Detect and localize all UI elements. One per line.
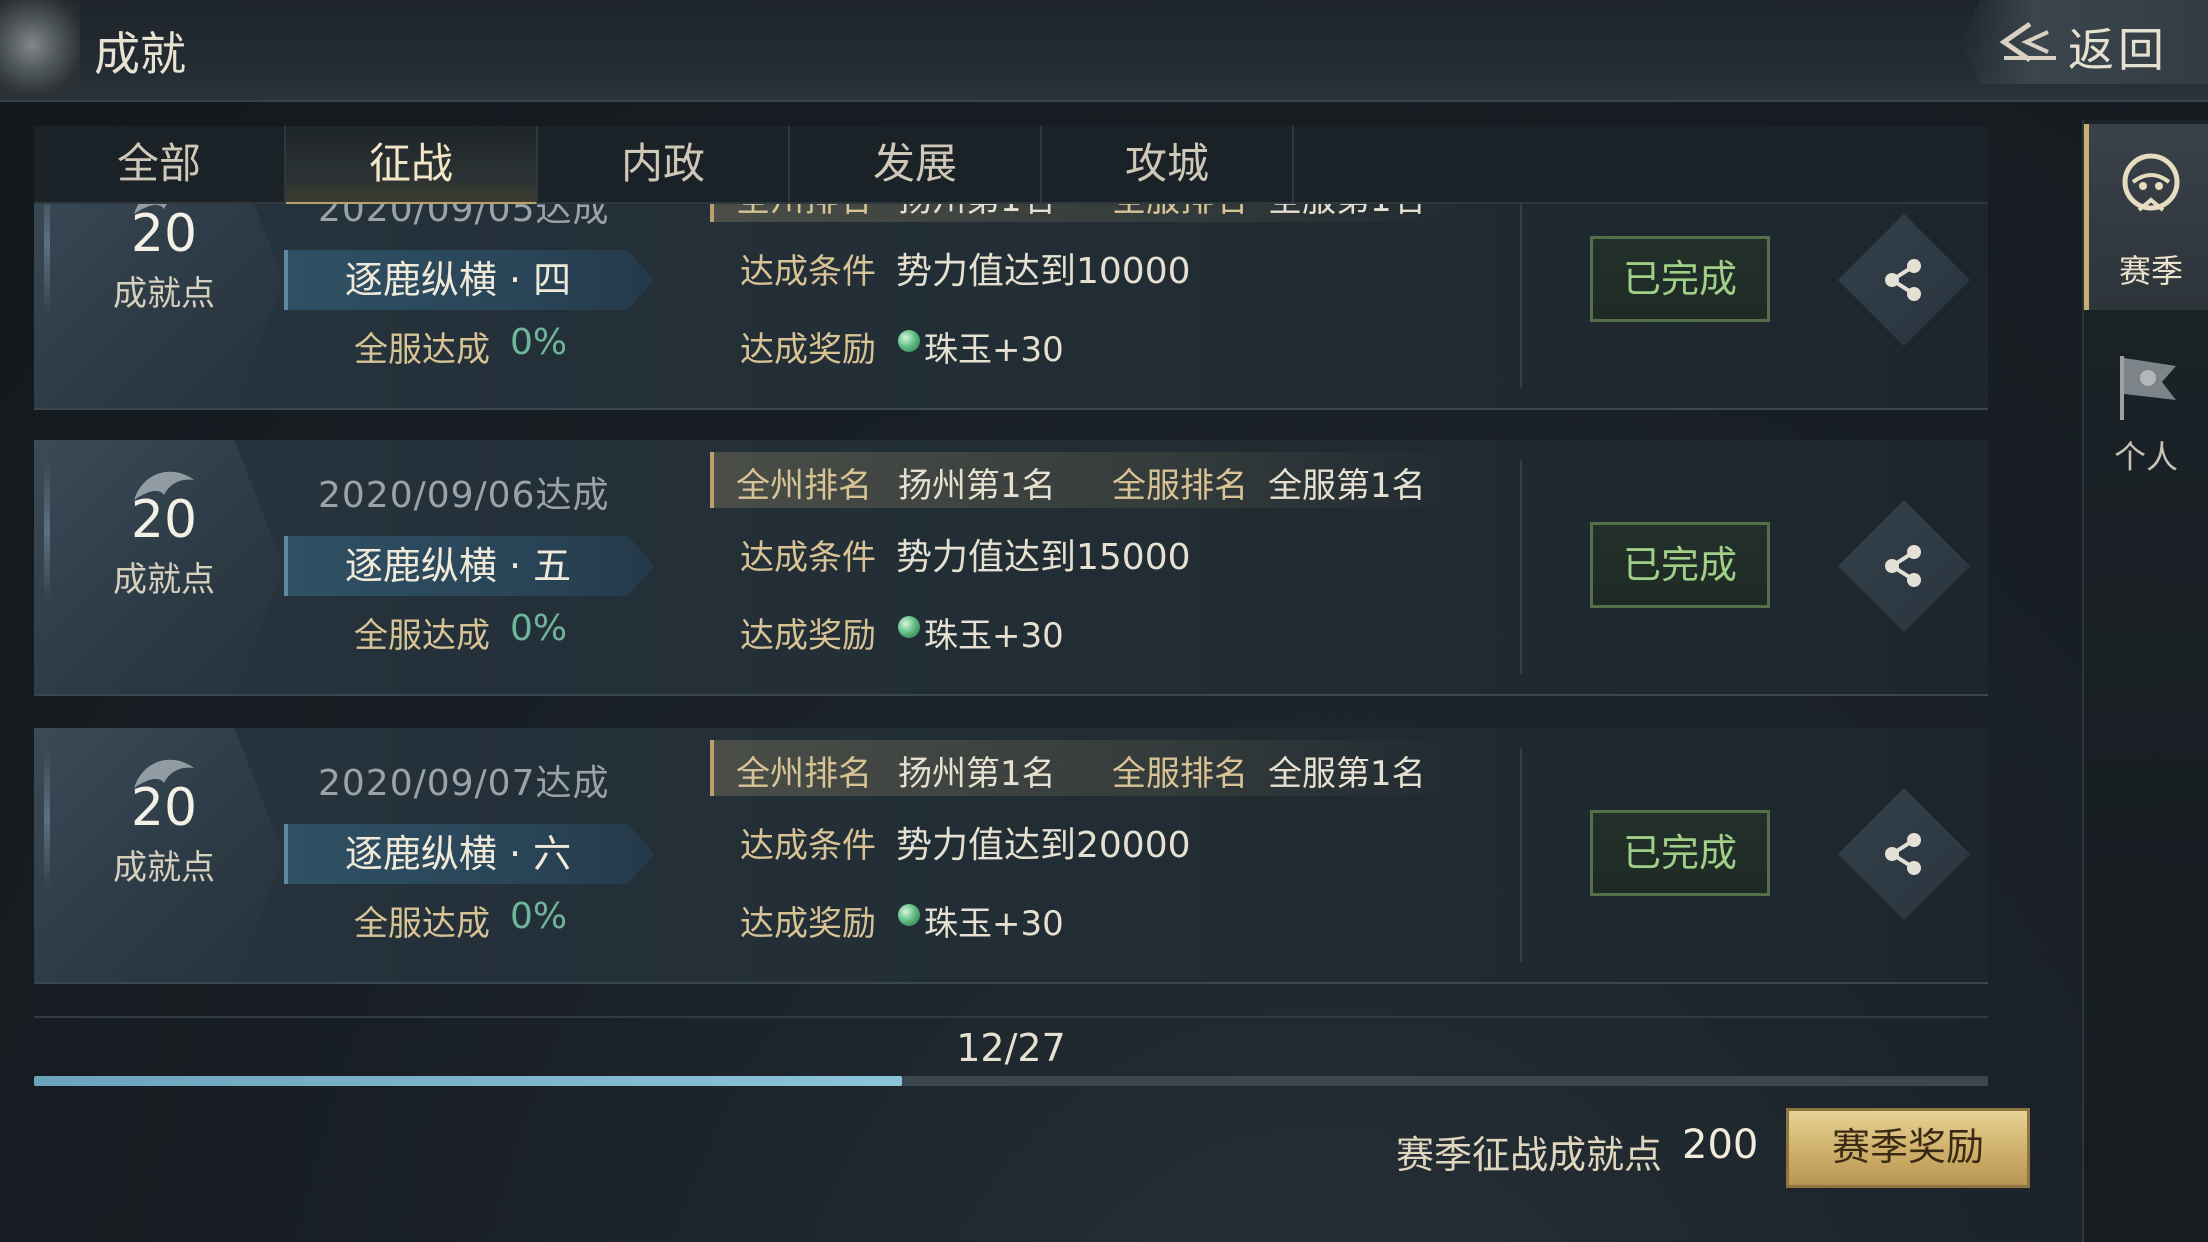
achieved-date: 2020/09/07达成 — [318, 763, 610, 804]
card-divider — [1520, 748, 1522, 962]
reward-value: 珠玉+30 — [924, 616, 1064, 656]
tab-civil[interactable]: 内政 — [538, 126, 790, 202]
page-counter: 12/27 — [956, 1026, 1066, 1070]
badge-points: 20 — [130, 490, 198, 550]
points-badge: 20 成就点 — [34, 204, 284, 408]
back-chevron-icon — [1999, 21, 2056, 63]
condition-value: 势力值达到15000 — [896, 537, 1191, 578]
server-rate-label: 全服达成 — [354, 330, 490, 370]
reward-label: 达成奖励 — [740, 904, 876, 944]
condition-label: 达成条件 — [740, 826, 876, 866]
rank-bar: 全州排名 扬州第1名 全服排名 全服第1名 — [710, 452, 1474, 508]
server-rate-label: 全服达成 — [354, 616, 490, 656]
achievement-name: 逐鹿纵横 · 六 — [344, 832, 572, 876]
achievement-name-bar: 逐鹿纵横 · 五 — [284, 536, 654, 596]
tab-development[interactable]: 发展 — [790, 126, 1042, 202]
share-button[interactable] — [1838, 500, 1970, 632]
server-rate-value: 0% — [510, 608, 568, 649]
rail-tab-season[interactable]: 赛季 — [2084, 124, 2208, 310]
pager-divider — [34, 1016, 1988, 1018]
reward-value: 珠玉+30 — [924, 330, 1064, 370]
rail-tab-personal-label: 个人 — [2113, 438, 2178, 476]
page-title: 成就 — [94, 27, 186, 81]
province-rank-label: 全州排名 — [736, 204, 872, 221]
rail-tab-season-label: 赛季 — [2118, 252, 2183, 290]
points-badge: 20 成就点 — [34, 728, 284, 982]
achievement-name-bar: 逐鹿纵横 · 四 — [284, 250, 654, 310]
reward-label: 达成奖励 — [740, 330, 876, 370]
server-rank-label: 全服排名 — [1112, 754, 1248, 794]
badge-points: 20 — [130, 778, 198, 838]
season-reward-button[interactable]: 赛季奖励 — [1786, 1108, 2030, 1188]
progress-track — [34, 1076, 1988, 1086]
province-rank-value: 扬州第1名 — [898, 466, 1056, 506]
card-divider — [1520, 460, 1522, 674]
completed-status: 已完成 — [1590, 810, 1770, 896]
tab-all[interactable]: 全部 — [34, 126, 286, 202]
banner-flag-icon — [2120, 356, 2176, 420]
share-icon — [1885, 259, 1921, 301]
server-rate-value: 0% — [510, 322, 568, 363]
badge-caption: 成就点 — [113, 274, 215, 314]
back-button[interactable]: 返回 — [1960, 0, 2208, 84]
achievement-card: 20 成就点 2020/09/07达成 逐鹿纵横 · 六 全服达成 0% 全州排… — [34, 728, 1988, 984]
server-rank-label: 全服排名 — [1112, 204, 1248, 221]
achieved-date: 2020/09/05达成 — [318, 204, 610, 230]
condition-value: 势力值达到20000 — [896, 825, 1191, 866]
points-badge: 20 成就点 — [34, 440, 284, 694]
server-rate-value: 0% — [510, 896, 568, 937]
achievement-name: 逐鹿纵横 · 五 — [344, 544, 572, 588]
condition-label: 达成条件 — [740, 252, 876, 292]
condition-value: 势力值达到10000 — [896, 251, 1191, 292]
tab-siege[interactable]: 攻城 — [1042, 126, 1294, 202]
province-rank-value: 扬州第1名 — [898, 754, 1056, 794]
province-rank-label: 全州排名 — [736, 754, 872, 794]
share-button[interactable] — [1838, 214, 1970, 346]
achievement-card: 20 成就点 2020/09/06达成 逐鹿纵横 · 五 全服达成 0% 全州排… — [34, 440, 1988, 696]
reward-value: 珠玉+30 — [924, 904, 1064, 944]
helmet-icon — [2122, 153, 2180, 212]
header-bar: 成就 返回 — [0, 0, 2208, 102]
province-rank-value: 扬州第1名 — [898, 204, 1056, 221]
reward-label: 达成奖励 — [740, 616, 876, 656]
jade-orb-icon — [898, 616, 920, 638]
achievement-name-bar: 逐鹿纵横 · 六 — [284, 824, 654, 884]
achieved-date: 2020/09/06达成 — [318, 475, 610, 516]
badge-points: 20 — [130, 204, 198, 264]
header-emblem-icon — [0, 0, 80, 100]
achievement-card: 20 成就点 2020/09/05达成 逐鹿纵横 · 四 全服达成 0% 全州排… — [34, 204, 1988, 410]
rank-bar: 全州排名 扬州第1名 全服排名 全服第1名 — [710, 740, 1474, 796]
badge-caption: 成就点 — [113, 848, 215, 888]
share-icon — [1885, 833, 1921, 875]
card-divider — [1520, 204, 1522, 388]
progress-fill — [34, 1076, 903, 1086]
province-rank-label: 全州排名 — [736, 466, 872, 506]
season-points-value: 200 — [1682, 1122, 1759, 1168]
tab-campaign[interactable]: 征战 — [286, 126, 538, 206]
server-rank-value: 全服第1名 — [1268, 754, 1426, 794]
jade-orb-icon — [898, 904, 920, 926]
server-rate-label: 全服达成 — [354, 904, 490, 944]
server-rank-value: 全服第1名 — [1268, 204, 1426, 221]
server-rank-label: 全服排名 — [1112, 466, 1248, 506]
achievement-list[interactable]: 20 成就点 2020/09/05达成 逐鹿纵横 · 四 全服达成 0% 全州排… — [34, 204, 1988, 1004]
server-rank-value: 全服第1名 — [1268, 466, 1426, 506]
rail-tab-personal[interactable]: 个人 — [2084, 340, 2208, 490]
share-icon — [1885, 545, 1921, 587]
achievement-name: 逐鹿纵横 · 四 — [344, 258, 572, 302]
completed-status: 已完成 — [1590, 236, 1770, 322]
back-label: 返回 — [2068, 23, 2168, 77]
tab-bar: 全部 征战 内政 发展 攻城 — [34, 126, 1988, 206]
rank-bar: 全州排名 扬州第1名 全服排名 全服第1名 — [710, 204, 1474, 222]
completed-status: 已完成 — [1590, 522, 1770, 608]
jade-orb-icon — [898, 330, 920, 352]
share-button[interactable] — [1838, 788, 1970, 920]
season-points-label: 赛季征战成就点 — [1396, 1133, 1663, 1177]
badge-caption: 成就点 — [113, 560, 215, 600]
condition-label: 达成条件 — [740, 538, 876, 578]
